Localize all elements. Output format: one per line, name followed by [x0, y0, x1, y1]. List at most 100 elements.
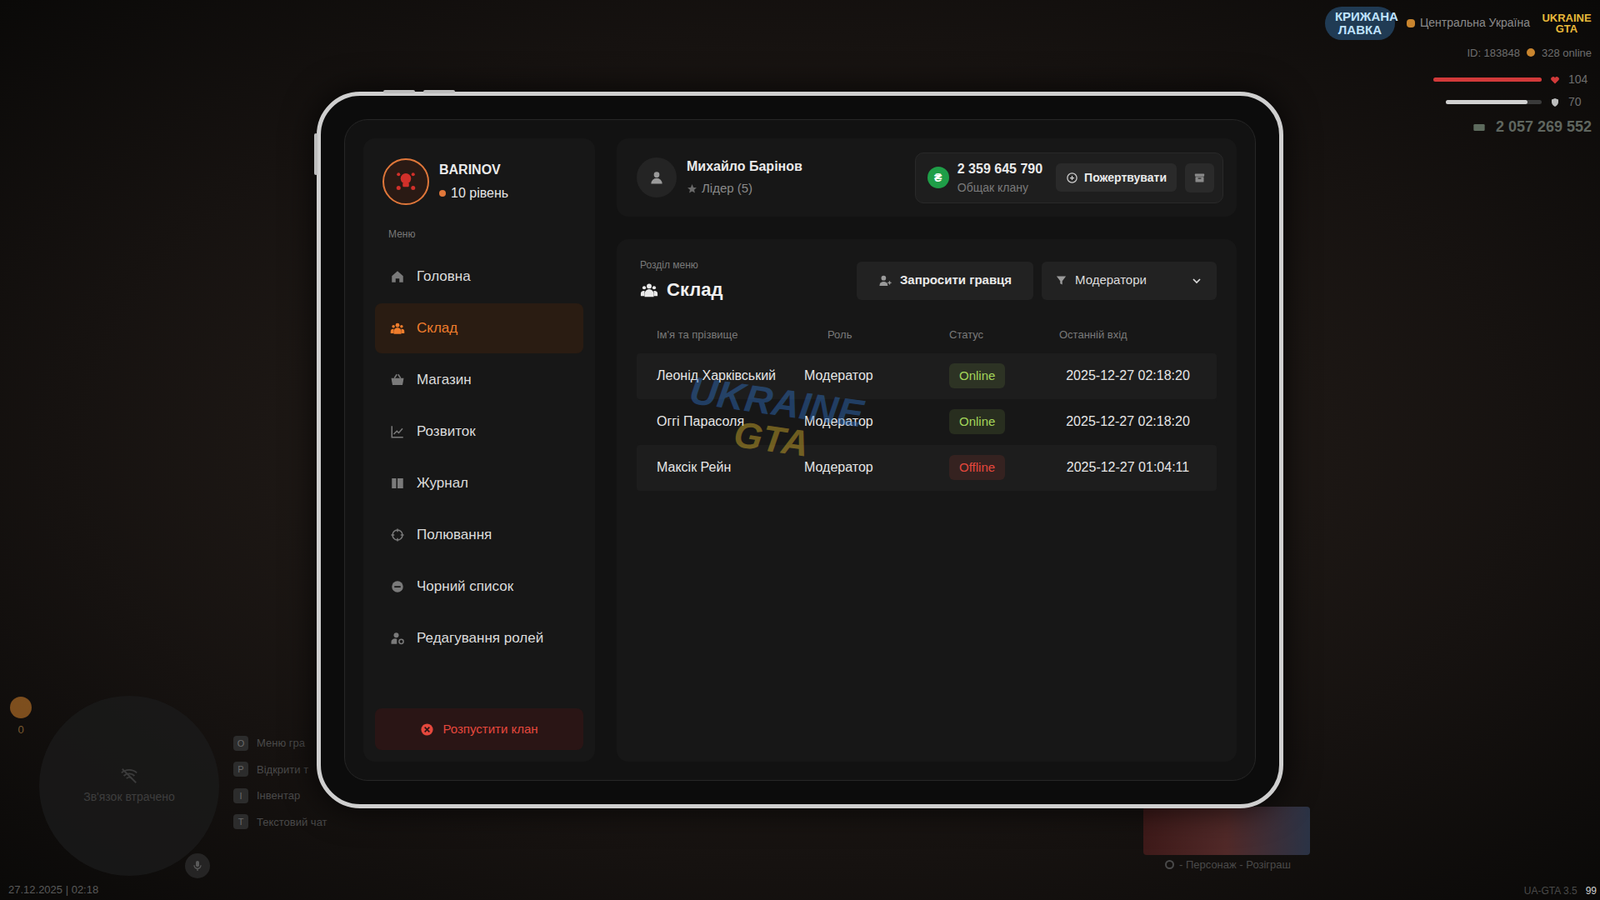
sidebar-item[interactable]: Редагування ролей [375, 613, 584, 664]
last-login: 2025-12-27 02:18:20 [1059, 411, 1197, 432]
table-row[interactable]: Максік РейнМодераторOffline2025-12-27 01… [636, 445, 1217, 491]
wanted-level: 0 [10, 696, 32, 739]
star-icon [686, 183, 698, 195]
health-fill [1433, 77, 1542, 82]
treasury-label: Общак клану [957, 179, 1043, 197]
clan-profile: BARINOV 10 рівень [375, 150, 584, 205]
sidebar-item-label: Редагування ролей [416, 627, 544, 650]
skull-icon [393, 169, 419, 195]
table-row[interactable]: Оггі ПарасоляМодераторOnline2025-12-27 0… [636, 399, 1217, 445]
status-cell: Offline [949, 455, 1060, 481]
section-heading: Склад [640, 275, 723, 304]
tablet-side-button [314, 133, 318, 175]
role-filter-dropdown[interactable]: Модератори [1041, 261, 1217, 300]
sidebar-item-label: Головна [416, 265, 471, 288]
date-time: 27.12.2025 | 02:18 [8, 881, 99, 899]
members-table: Ім'я та прізвищеРольСтатусОстанній вхідЛ… [636, 326, 1217, 491]
disband-button[interactable]: Розпустити клан [375, 708, 584, 750]
mic-button[interactable] [185, 853, 210, 879]
armor-value: 70 [1568, 93, 1592, 111]
column-header: Статус [949, 326, 1060, 344]
member-name: Оггі Парасоля [656, 415, 805, 430]
watermark-line2: GTA [731, 415, 811, 463]
hotkey: OМеню гра [233, 735, 328, 752]
currency-icon: ₴ [927, 166, 950, 189]
invite-button[interactable]: Запросити гравця [856, 261, 1034, 300]
sidebar-item[interactable]: Склад [375, 303, 584, 354]
player-id: ID: 183848 [1466, 45, 1520, 62]
header-card: Михайло БаріновЛідер (5) ₴ 2 359 645 790Об… [616, 138, 1237, 217]
sidebar-item[interactable]: Журнал [375, 458, 584, 509]
user-name: Михайло Барінов [686, 156, 803, 177]
hint-key-icon [1165, 860, 1175, 870]
player-info: ID: 183848328 online [1466, 45, 1592, 62]
watermark-line1: UKRAINE [687, 370, 866, 434]
sidebar-item[interactable]: Магазин [375, 355, 584, 405]
sidebar-item[interactable]: Головна [375, 251, 584, 302]
cash-row: 2 057 269 552 [1470, 115, 1592, 139]
event-hint: - Персонаж - Розіграш [1165, 856, 1291, 874]
treasury-amount: 2 359 645 790 [957, 159, 1043, 180]
hotkey-label: Відкрити т [256, 761, 309, 779]
hud-header: КРИЖАНА ЛАВКА Центральна Україна UKRAINE G… [1325, 6, 1592, 40]
sidebar-item-label: Розвиток [416, 420, 476, 443]
invite-label: Запросити гравця [900, 270, 1012, 290]
sidebar-item-label: Чорний список [416, 575, 514, 598]
brand-logo: UKRAINE GTA [1541, 12, 1592, 35]
hotkey: TТекстовий чат [233, 814, 328, 831]
event-hint-label: - Персонаж - Розіграш [1179, 856, 1291, 874]
server-logo: КРИЖАНА ЛАВКА [1325, 6, 1395, 40]
sidebar-item[interactable]: Розвиток [375, 406, 584, 457]
user-info: Михайло БаріновЛідер (5) [636, 156, 803, 199]
sidebar-item[interactable]: Чорний список [375, 561, 584, 612]
table-row[interactable]: Леонід ХарківськийМодераторOnline2025-12… [636, 353, 1217, 400]
version-info: UA-GTA 3.5 99 [1524, 883, 1597, 899]
hotkey-key: O [233, 735, 249, 751]
donate-button[interactable]: Пожертвувати [1055, 163, 1177, 192]
section-title: Розділ менюСклад [636, 257, 723, 304]
vault-button[interactable] [1185, 163, 1215, 193]
menu-item-icon [388, 320, 407, 336]
people-icon [640, 280, 659, 300]
watermark: UKRAINEGTA [682, 370, 866, 470]
hotkey-key: I [233, 788, 249, 804]
status-badge: Offline [949, 455, 1005, 481]
cash-icon [1470, 120, 1488, 135]
sidebar-item[interactable]: Полювання [375, 510, 584, 560]
armor-track [1445, 100, 1542, 105]
armor-row: 70 [1445, 93, 1592, 111]
column-header: Останній вхід [1059, 326, 1197, 344]
event-banner[interactable] [1143, 806, 1310, 855]
hotkeys: OМеню граPВідкрити тIІнвентарTТекстовий … [233, 735, 328, 830]
tablet-button [423, 90, 455, 94]
status-badge: Online [949, 363, 1005, 390]
treasury-text: 2 359 645 790Общак клану [957, 159, 1043, 197]
archive-icon [1193, 171, 1206, 185]
health-value: 104 [1568, 70, 1592, 89]
member-name: Леонід Харківський [656, 369, 805, 384]
sidebar-item-label: Журнал [416, 472, 469, 495]
clan-name: BARINOV [439, 160, 509, 180]
add-user-icon [878, 273, 893, 288]
fps: 99 [1585, 883, 1597, 899]
health-track [1433, 77, 1542, 82]
user-avatar [636, 157, 677, 198]
armor-fill [1445, 100, 1528, 105]
health-row: 104 [1433, 70, 1592, 89]
no-signal-icon [120, 766, 139, 785]
member-name: Максік Рейн [656, 460, 805, 475]
status-cell: Online [949, 409, 1060, 435]
filter-value: Модератори [1055, 270, 1147, 290]
content-card: Розділ менюСклад Запросити гравця Модерато… [616, 239, 1237, 762]
donate-label: Пожертвувати [1084, 169, 1167, 187]
clan-level-text: 10 рівень [450, 183, 509, 204]
hotkey: IІнвентар [233, 787, 328, 805]
shield-icon [1550, 97, 1560, 108]
screen: КРИЖАНА ЛАВКА Центральна Україна UKRAINE G… [0, 0, 1600, 900]
menu-item-icon [388, 527, 407, 543]
disband-label: Розпустити клан [442, 720, 538, 740]
version: UA-GTA 3.5 [1524, 883, 1578, 899]
server-label: Центральна Україна [1420, 14, 1530, 32]
menu-item-icon [388, 269, 407, 285]
hotkey-label: Текстовий чат [256, 814, 328, 831]
